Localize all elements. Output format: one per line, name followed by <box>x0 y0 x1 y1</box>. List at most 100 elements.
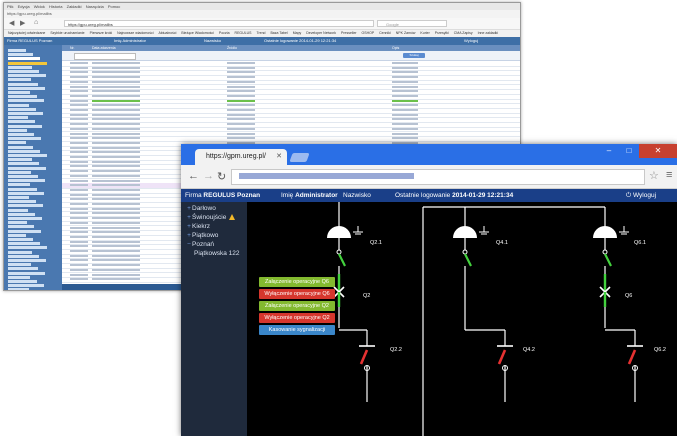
menu-item-view[interactable]: Widok <box>34 4 45 9</box>
forward-arrow-icon[interactable]: ▶ <box>20 19 25 27</box>
bookmark-item[interactable]: Kurier <box>420 31 429 35</box>
sidebar-tree-item[interactable] <box>8 162 39 166</box>
menu-item-bookmarks[interactable]: Zakładki <box>67 4 82 9</box>
star-icon[interactable]: ☆ <box>649 169 659 182</box>
home-icon[interactable]: ⌂ <box>34 19 38 26</box>
bookmark-item[interactable]: Aktualności <box>159 31 177 35</box>
sidebar-tree-item[interactable] <box>8 128 27 132</box>
sidebar-tree-item[interactable] <box>8 158 32 162</box>
tree-item-piatkowo[interactable]: +Piątkowo <box>186 232 218 239</box>
sidebar-tree-item[interactable] <box>8 78 31 82</box>
sidebar-tree-item[interactable] <box>8 103 29 107</box>
back-arrow-icon[interactable]: ← <box>188 170 199 182</box>
menu-item-file[interactable]: Plik <box>7 4 13 9</box>
sidebar-tree-item[interactable] <box>8 284 44 288</box>
back-tab[interactable]: https://gpu.ureg.pl/mailbs <box>4 10 520 18</box>
sidebar-tree-item[interactable] <box>8 246 47 250</box>
sidebar-tree-item[interactable] <box>8 65 32 69</box>
bookmark-item[interactable]: Presseller <box>341 31 357 35</box>
sidebar-tree-item[interactable] <box>8 175 38 178</box>
bookmark-item[interactable]: Baza Tabel <box>270 31 287 35</box>
sidebar-tree-item[interactable] <box>8 82 38 86</box>
bookmark-item[interactable]: Mapy <box>293 31 302 35</box>
sidebar-tree-item[interactable] <box>8 95 37 99</box>
back-arrow-icon[interactable]: ◀ <box>9 19 14 27</box>
sidebar-tree-item[interactable] <box>8 275 30 279</box>
menu-item-tools[interactable]: Narzędzia <box>86 4 104 9</box>
sidebar-tree-item[interactable] <box>8 70 39 73</box>
sidebar-tree-item[interactable] <box>8 86 45 90</box>
bookmark-item[interactable]: Pierwsze kroki <box>90 31 113 35</box>
sidebar-tree-item[interactable] <box>8 187 37 191</box>
close-q2-button[interactable]: Załączenie operacyjne Q2 <box>259 301 335 311</box>
back-search-field[interactable]: Google <box>377 20 447 27</box>
bookmark-item[interactable]: Developer Network <box>306 31 336 35</box>
back-search-button[interactable]: Szukaj <box>403 53 425 58</box>
bookmark-item[interactable]: CMA Zapisy <box>454 31 473 35</box>
close-tab-icon[interactable]: ✕ <box>276 149 282 165</box>
sidebar-tree-item[interactable] <box>8 137 41 141</box>
forward-arrow-icon[interactable]: → <box>203 170 214 182</box>
menu-item-edit[interactable]: Edycja <box>18 4 30 9</box>
tree-item-piatkowska-122[interactable]: Piątkowska 122 <box>194 250 240 257</box>
sidebar-tree-item[interactable] <box>8 124 42 128</box>
sidebar-tree-item[interactable] <box>8 91 30 94</box>
sidebar-tree-item[interactable] <box>8 112 43 115</box>
back-logout-link[interactable]: Wyloguj <box>464 37 478 45</box>
sidebar-tree-item[interactable] <box>8 149 40 153</box>
sidebar-tree-item[interactable] <box>8 74 46 78</box>
sidebar-tree-item[interactable] <box>8 191 44 195</box>
switch-q6-1-icon[interactable] <box>593 226 629 267</box>
sidebar-tree-item[interactable] <box>8 263 31 267</box>
bookmark-item[interactable]: Przesyłki <box>435 31 449 35</box>
sidebar-tree-item[interactable] <box>8 280 37 283</box>
minimize-icon[interactable]: – <box>599 144 619 158</box>
bookmark-item[interactable]: Cenniki <box>379 31 391 35</box>
sidebar-tree-item[interactable] <box>8 238 33 241</box>
sidebar-tree-item[interactable] <box>8 99 44 103</box>
maximize-icon[interactable]: □ <box>619 144 639 158</box>
logout-link[interactable]: ⏻ Wyloguj <box>626 189 656 202</box>
sidebar-tree-item[interactable] <box>8 204 43 208</box>
sidebar-tree-item[interactable] <box>8 145 33 149</box>
bookmark-item[interactable]: Bieżące Wiadomości <box>181 31 213 35</box>
bookmark-item[interactable]: Inne zakładki <box>478 31 498 35</box>
bookmark-item[interactable]: Najnowsze wiadomości <box>117 31 153 35</box>
bookmark-item[interactable]: REGULUS <box>235 31 252 35</box>
back-address-bar[interactable]: https://gpu.ureg.pl/mailbs <box>64 20 374 27</box>
sidebar-tree-item[interactable] <box>8 116 28 120</box>
sidebar-tree-item[interactable] <box>8 196 29 199</box>
reset-signals-button[interactable]: Kasowanie sygnalizacji <box>259 325 335 335</box>
close-window-icon[interactable]: ✕ <box>639 144 677 158</box>
open-q2-button[interactable]: Wyłączenie operacyjne Q2 <box>259 313 335 323</box>
tree-item-swinoujscie[interactable]: +Świnoujście <box>186 214 236 221</box>
sidebar-tree-item[interactable] <box>8 267 38 271</box>
sidebar-tree-item[interactable] <box>8 221 27 225</box>
back-filter-input[interactable] <box>74 53 136 60</box>
sidebar-tree-item[interactable] <box>8 212 35 216</box>
sidebar-tree-item[interactable] <box>8 259 46 262</box>
bookmark-item[interactable]: Szybkie uruchamianie <box>50 31 84 35</box>
sidebar-tree-item[interactable] <box>8 154 47 157</box>
sidebar-tree-item[interactable] <box>8 183 30 187</box>
sidebar-tree-item[interactable] <box>8 217 42 220</box>
sidebar-tree-item[interactable] <box>8 200 36 204</box>
breaker-q2-icon[interactable] <box>333 274 345 307</box>
sidebar-tree-item[interactable] <box>8 250 32 254</box>
sidebar-tree-item[interactable] <box>8 271 45 275</box>
sidebar-tree-item[interactable] <box>8 208 28 212</box>
menu-icon[interactable]: ≡ <box>666 169 672 181</box>
bookmark-item[interactable]: NPK Zamów <box>396 31 416 35</box>
close-q6-button[interactable]: Załączenie operacyjne Q6 <box>259 277 335 287</box>
sidebar-tree-item[interactable] <box>8 170 31 174</box>
sidebar-tree-item[interactable] <box>8 179 45 183</box>
tree-item-kiekrz[interactable]: +Kiekrz <box>186 223 210 230</box>
back-menu-bar[interactable]: Plik Edycja Widok Historia Zakładki Narz… <box>4 3 520 10</box>
sidebar-tree-item[interactable] <box>8 61 47 65</box>
sidebar-tree-item[interactable] <box>8 166 46 170</box>
back-sidebar-tree[interactable] <box>4 45 62 290</box>
tree-item-darlowo[interactable]: +Darłowo <box>186 205 216 212</box>
foreground-browser-window[interactable]: https://gpm.ureg.pl/ ✕ – □ ✕ ← → ↻ ☆ ≡ F… <box>181 144 677 436</box>
bookmark-item[interactable]: Poczta <box>219 31 230 35</box>
bookmark-item[interactable]: Trend <box>256 31 265 35</box>
